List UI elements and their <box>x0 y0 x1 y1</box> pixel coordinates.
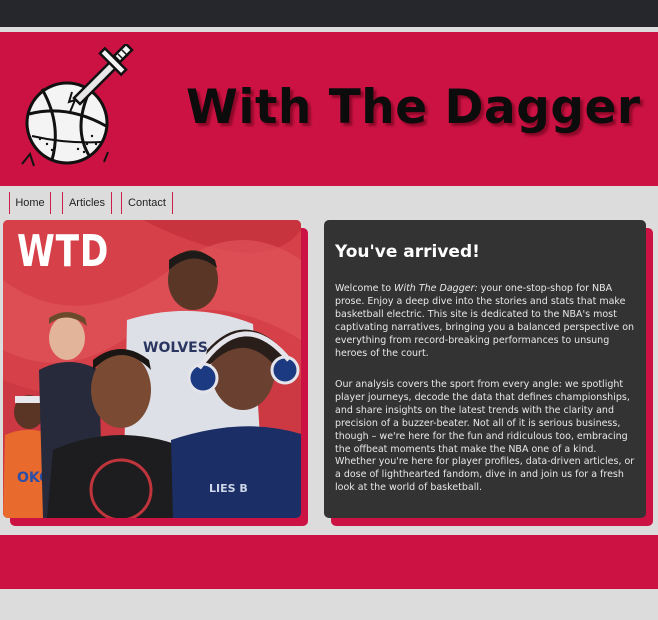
main-nav: Home Articles Contact <box>0 186 658 220</box>
intro-rest: your one-stop-shop for NBA prose. Enjoy … <box>335 283 635 359</box>
nav-home-link[interactable]: Home <box>9 192 51 214</box>
nav-articles-link[interactable]: Articles <box>62 192 112 214</box>
browser-top-bar <box>0 0 658 27</box>
site-footer <box>0 535 658 589</box>
site-title: With The Dagger <box>186 80 641 135</box>
hero-logo-text: WTD <box>17 226 110 277</box>
intro-paragraph-2: Our analysis covers the sport from every… <box>335 379 635 494</box>
nav-contact-link[interactable]: Contact <box>121 192 173 214</box>
intro-paragraph-1: Welcome to With The Dagger: your one-sto… <box>335 283 640 360</box>
svg-text:LIES B: LIES B <box>209 482 248 495</box>
intro-prefix: Welcome to <box>335 283 395 294</box>
site-name-emphasis: With The Dagger: <box>394 283 478 294</box>
svg-text:WOLVES: WOLVES <box>143 340 208 356</box>
basketball-dagger-icon[interactable] <box>12 42 134 172</box>
intro-card-title: You've arrived! <box>335 242 480 262</box>
